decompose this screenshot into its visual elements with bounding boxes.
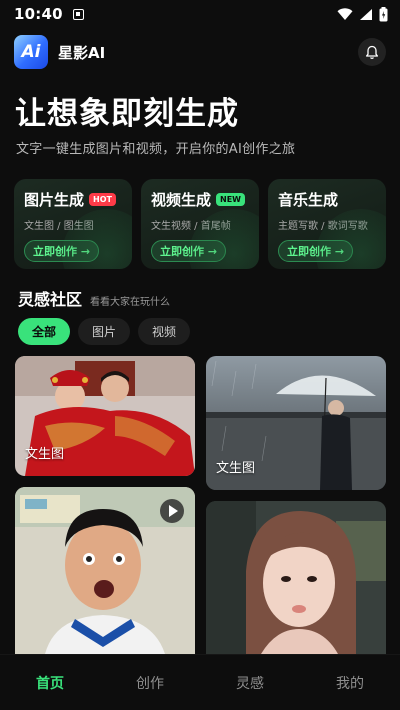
shocked-boy-photo [15, 487, 195, 654]
bell-icon [365, 45, 379, 59]
card-title-row: 视频生成 NEW [151, 189, 249, 210]
bottom-nav: 首页 创作 灵感 我的 [0, 654, 400, 710]
filter-chips: 全部 图片 视频 [18, 318, 191, 345]
community-subtitle: 看看大家在玩什么 [90, 297, 171, 308]
signal-icon [360, 8, 372, 20]
filter-video[interactable]: 视频 [138, 318, 191, 345]
gallery-item-umbrella[interactable]: 文生图 [206, 356, 386, 490]
nav-home[interactable]: 首页 [36, 673, 64, 693]
app-bar: Ai 星影AI [14, 34, 386, 70]
community-header: 灵感社区 看看大家在玩什么 [18, 286, 170, 310]
girl-portrait-photo [206, 501, 386, 654]
hero-subtitle: 文字一键生成图片和视频，开启你的AI创作之旅 [16, 142, 296, 157]
status-time: 10:40 [14, 5, 63, 23]
card-description: 文生图 / 图生图 [24, 221, 94, 232]
music-generation-card[interactable]: 音乐生成 主题写歌 / 歌词写歌 立即创作 → [268, 179, 386, 269]
battery-icon [379, 6, 388, 21]
nav-inspiration[interactable]: 灵感 [236, 673, 264, 693]
hot-badge: HOT [89, 193, 116, 206]
card-title-row: 音乐生成 [278, 189, 376, 210]
gallery-item-wedding[interactable]: 文生图 [15, 356, 195, 476]
video-generation-card[interactable]: 视频生成 NEW 文生视频 / 首尾帧 立即创作 → [141, 179, 259, 269]
create-now-button[interactable]: 立即创作 → [151, 240, 227, 262]
gallery-item-label: 文生图 [25, 447, 65, 462]
card-title: 图片生成 [24, 191, 85, 209]
status-icons [337, 6, 388, 22]
gallery-item-label: 文生图 [216, 461, 256, 476]
hero-title: 让想象即刻生成 [15, 96, 239, 132]
feature-cards: 图片生成 HOT 文生图 / 图生图 立即创作 → 视频生成 NEW 文生视频 … [14, 179, 386, 269]
card-description: 主题写歌 / 歌词写歌 [278, 221, 368, 232]
card-title: 视频生成 [151, 191, 212, 209]
gallery-item-girl[interactable] [206, 501, 386, 654]
community-title: 灵感社区 [18, 290, 83, 309]
nav-mine[interactable]: 我的 [336, 673, 364, 693]
card-title-row: 图片生成 HOT [24, 189, 122, 210]
notification-icon [72, 8, 84, 20]
create-now-button[interactable]: 立即创作 → [278, 240, 354, 262]
wifi-icon [337, 7, 353, 20]
create-now-button[interactable]: 立即创作 → [24, 240, 100, 262]
card-title: 音乐生成 [278, 191, 339, 209]
image-generation-card[interactable]: 图片生成 HOT 文生图 / 图生图 立即创作 → [14, 179, 132, 269]
new-badge: NEW [216, 193, 245, 206]
status-bar: 10:40 [0, 0, 400, 28]
notification-button[interactable] [358, 38, 386, 66]
card-description: 文生视频 / 首尾帧 [151, 221, 231, 232]
app-logo: Ai [14, 35, 48, 69]
app-name: 星影AI [58, 43, 106, 62]
filter-image[interactable]: 图片 [78, 318, 131, 345]
gallery-item-video-boy[interactable] [15, 487, 195, 654]
nav-create[interactable]: 创作 [136, 673, 164, 693]
filter-all[interactable]: 全部 [18, 318, 71, 345]
